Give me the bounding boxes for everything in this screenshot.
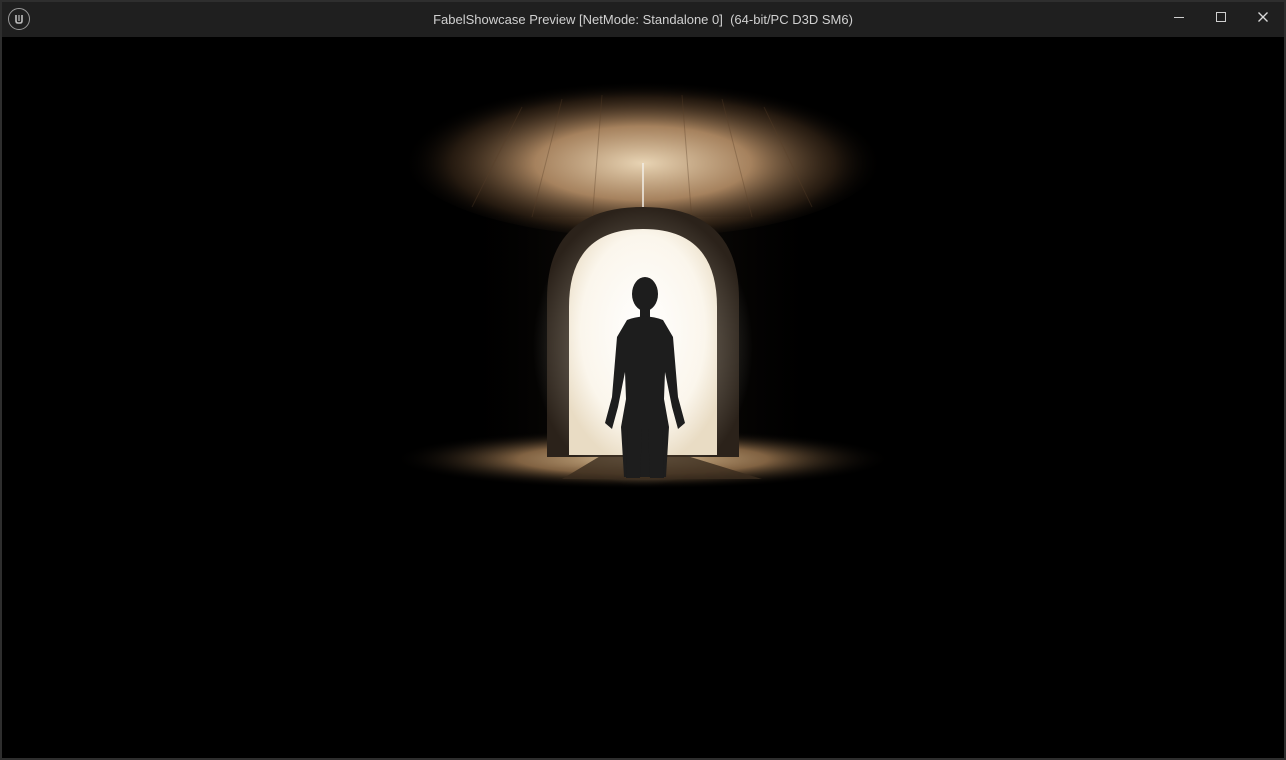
minimize-icon [1174,17,1184,18]
scene-render [393,73,893,489]
game-viewport[interactable] [2,37,1284,758]
window-title: FabelShowcase Preview [NetMode: Standalo… [433,12,853,27]
window-controls [1158,2,1284,32]
title-bar[interactable]: FabelShowcase Preview [NetMode: Standalo… [2,2,1284,37]
game-window: FabelShowcase Preview [NetMode: Standalo… [0,0,1286,760]
close-icon [1258,12,1268,22]
maximize-button[interactable] [1200,2,1242,32]
close-button[interactable] [1242,2,1284,32]
minimize-button[interactable] [1158,2,1200,32]
maximize-icon [1216,12,1226,22]
unreal-engine-logo-icon [8,8,30,30]
